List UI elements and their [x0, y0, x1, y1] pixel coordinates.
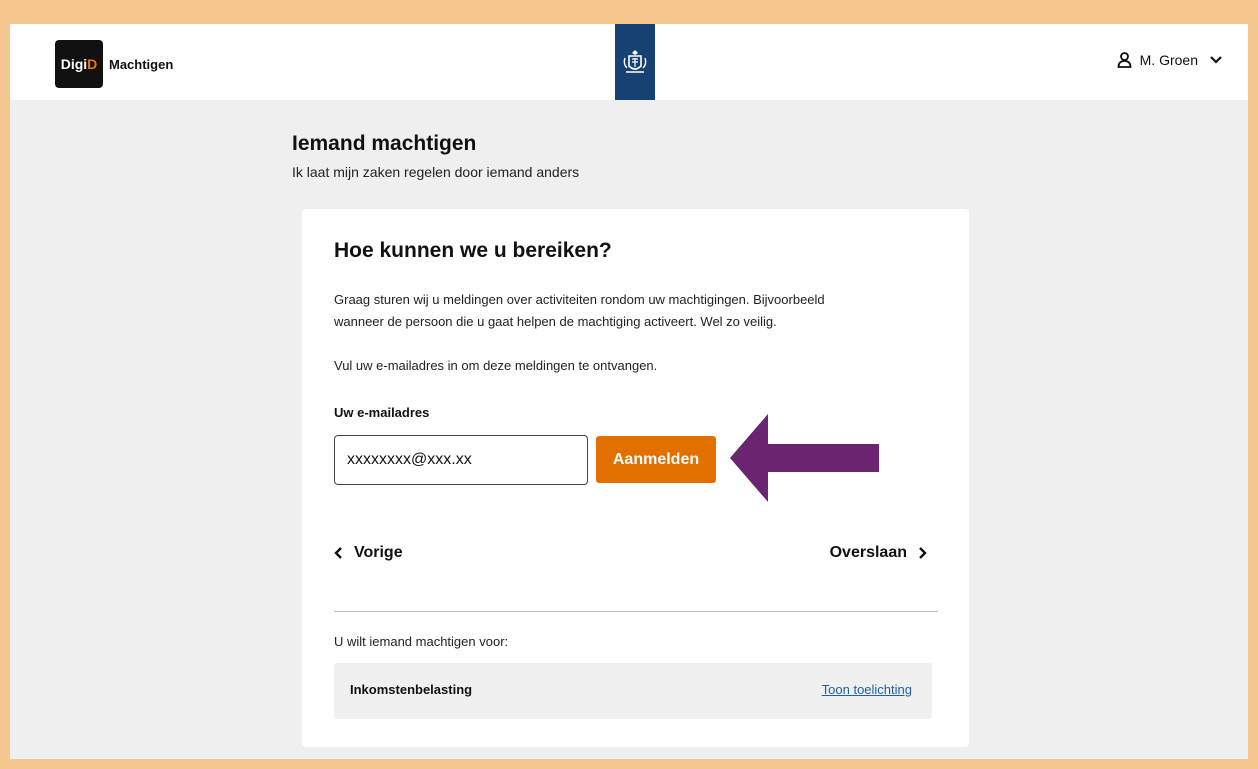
previous-link[interactable]: Vorige: [334, 544, 403, 562]
page-title: Iemand machtigen: [292, 132, 477, 155]
chevron-left-icon: [334, 547, 342, 559]
user-name: M. Groen: [1139, 52, 1198, 68]
browser-viewport: Digi D Machtigen M. Groen Iemand machtig…: [10, 24, 1248, 759]
skip-label: Overslaan: [829, 544, 907, 561]
intro-line-2: wanneer de persoon die u gaat helpen de …: [334, 314, 777, 329]
rijksoverheid-emblem: [615, 24, 655, 100]
divider: [334, 611, 938, 612]
logo-text-d: D: [87, 56, 98, 72]
chevron-down-icon: [1210, 56, 1222, 64]
authorization-for-label: U wilt iemand machtigen voor:: [334, 634, 509, 649]
email-label: Uw e-mailadres: [334, 405, 430, 420]
page-subtitle: Ik laat mijn zaken regelen door iemand a…: [292, 164, 580, 180]
email-prompt: Vul uw e-mailadres in om deze meldingen …: [334, 358, 658, 373]
user-icon: [1117, 52, 1132, 68]
previous-label: Vorige: [354, 544, 403, 561]
skip-link[interactable]: Overslaan: [830, 544, 927, 562]
card-title: Hoe kunnen we u bereiken?: [334, 239, 612, 262]
notification-card: Hoe kunnen we u bereiken? Graag sturen w…: [302, 209, 969, 747]
annotation-arrow-icon: [730, 414, 879, 502]
coat-of-arms-icon: [623, 50, 647, 73]
service-row: Inkomstenbelasting Toon toelichting: [334, 663, 932, 719]
chevron-right-icon: [919, 547, 927, 559]
brand-name: Machtigen: [109, 56, 174, 72]
email-field[interactable]: xxxxxxxx@xxx.xx: [334, 435, 588, 485]
intro-line-1: Graag sturen wij u meldingen over activi…: [334, 292, 825, 307]
digid-logo-link[interactable]: Digi D Machtigen: [55, 40, 173, 88]
site-header: Digi D Machtigen M. Groen: [10, 24, 1248, 100]
service-name: Inkomstenbelasting: [350, 682, 473, 697]
logo-text-digi: Digi: [60, 56, 88, 72]
digid-logo: Digi D: [55, 40, 103, 88]
intro-text: Graag sturen wij u meldingen over activi…: [334, 289, 934, 333]
email-value: xxxxxxxx@xxx.xx: [347, 451, 472, 468]
user-menu[interactable]: M. Groen: [1117, 52, 1222, 68]
show-explanation-link[interactable]: Toon toelichting: [822, 682, 912, 697]
register-button[interactable]: Aanmelden: [596, 436, 716, 483]
